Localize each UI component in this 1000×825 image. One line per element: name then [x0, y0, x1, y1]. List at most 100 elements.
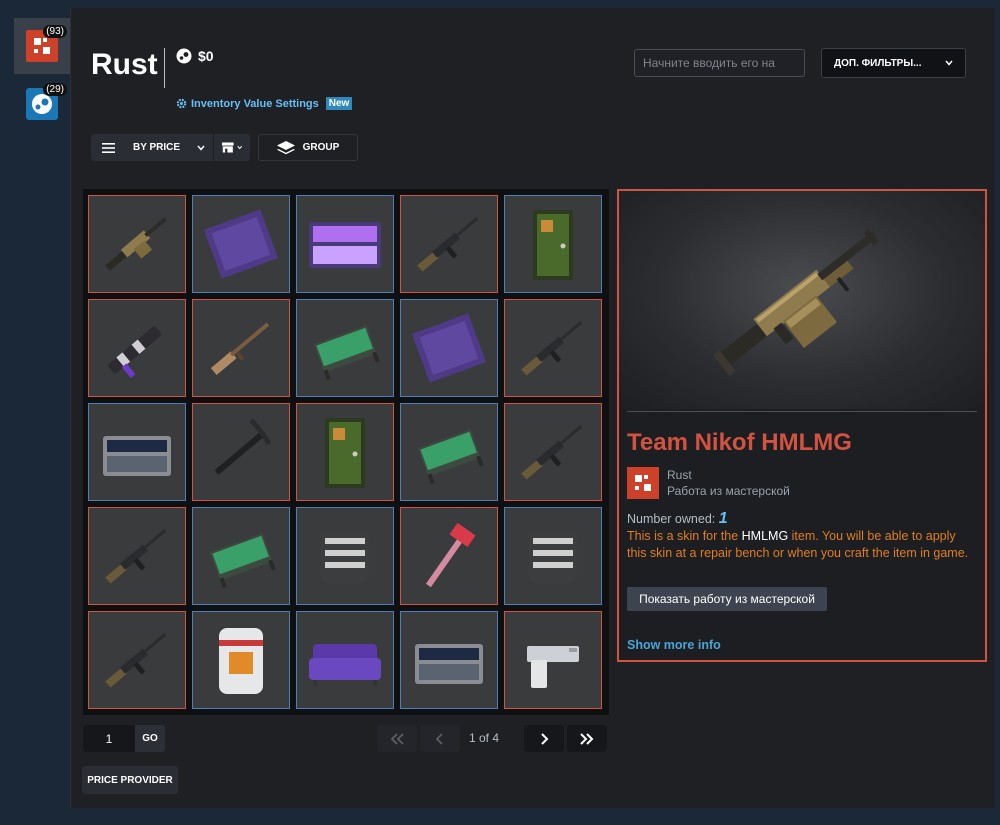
- wallet-value: $0: [198, 48, 214, 64]
- title-divider: [164, 48, 165, 88]
- game-tab-steam[interactable]: (29): [14, 76, 70, 132]
- rifle-icon: [521, 425, 583, 480]
- previous-page-button[interactable]: [420, 725, 460, 752]
- filters-label: ДОП. ФИЛЬТРЫ...: [834, 57, 922, 69]
- inventory-item[interactable]: [192, 403, 290, 501]
- crate-icon: [103, 436, 171, 476]
- item-game-name: Rust: [667, 468, 692, 482]
- store-icon: [222, 142, 234, 153]
- page-title: Rust: [91, 48, 158, 81]
- hatchet-icon: [425, 522, 476, 588]
- new-badge: New: [325, 97, 353, 110]
- go-button[interactable]: GO: [135, 725, 165, 752]
- chevron-left-icon: [435, 732, 443, 745]
- inventory-item[interactable]: [192, 195, 290, 293]
- layers-icon: [276, 140, 295, 154]
- shotgun-icon: [210, 322, 270, 375]
- twitch-rivals-logo-icon: [309, 222, 381, 268]
- inventory-item[interactable]: [88, 507, 186, 605]
- list-view-button[interactable]: [91, 134, 125, 161]
- last-page-button[interactable]: [567, 725, 607, 752]
- bed-icon: [417, 429, 484, 485]
- inventory-item[interactable]: [296, 299, 394, 397]
- pistol-icon: [527, 646, 579, 688]
- inventory-item[interactable]: [400, 195, 498, 293]
- wallet-balance: $0: [176, 48, 214, 64]
- double-chevron-right-icon: [580, 732, 594, 745]
- item-image: [619, 191, 985, 409]
- inventory-item[interactable]: [504, 195, 602, 293]
- sort-label: BY PRICE: [133, 142, 181, 153]
- item-game-info: Rust Работа из мастерской: [627, 467, 790, 499]
- gear-icon: [176, 98, 187, 109]
- number-owned: Number owned: 1: [627, 510, 728, 528]
- view-workshop-button[interactable]: Показать работу из мастерской: [627, 587, 827, 611]
- inventory-item[interactable]: [504, 507, 602, 605]
- inventory-item[interactable]: [400, 611, 498, 709]
- page-indicator: 1 of 4: [469, 731, 500, 745]
- item-game-subtitle: Работа из мастерской: [667, 484, 790, 498]
- next-page-button[interactable]: [524, 725, 564, 752]
- market-filter-dropdown[interactable]: [214, 134, 250, 161]
- rifle-icon: [417, 217, 479, 272]
- armor-icon: [529, 532, 577, 584]
- item-description: This is a skin for the HMLMG item. You w…: [627, 528, 977, 562]
- inventory-panel: Rust $0 Inventory Value Settings New ДОП…: [70, 8, 995, 808]
- owned-count: 1: [718, 510, 728, 527]
- sofa-icon: [309, 644, 381, 686]
- bed-icon: [209, 533, 276, 589]
- inventory-item[interactable]: [296, 403, 394, 501]
- machine-gun-icon: [713, 229, 879, 376]
- sort-dropdown[interactable]: BY PRICE: [125, 134, 213, 161]
- inventory-item[interactable]: [400, 299, 498, 397]
- inventory-item[interactable]: [88, 299, 186, 397]
- inventory-item[interactable]: [400, 403, 498, 501]
- page-number-input[interactable]: [83, 725, 135, 752]
- detail-divider: [627, 411, 977, 412]
- double-chevron-left-icon: [390, 732, 404, 745]
- advanced-filters-dropdown[interactable]: ДОП. ФИЛЬТРЫ...: [821, 48, 966, 78]
- inventory-grid-container: [83, 189, 609, 715]
- inventory-item[interactable]: [192, 611, 290, 709]
- inventory-item[interactable]: [296, 507, 394, 605]
- rug-icon: [411, 313, 487, 383]
- game-tab-count: (29): [43, 83, 67, 96]
- inventory-item[interactable]: [192, 507, 290, 605]
- inventory-item[interactable]: [88, 403, 186, 501]
- group-button[interactable]: GROUP: [258, 134, 358, 161]
- inventory-item[interactable]: [296, 611, 394, 709]
- description-part: This is a skin for the: [627, 529, 739, 543]
- inventory-item[interactable]: [504, 611, 602, 709]
- chevron-down-icon: [945, 60, 953, 66]
- rust-logo-icon: [627, 467, 659, 499]
- machine-gun-icon: [105, 217, 167, 271]
- first-page-button[interactable]: [377, 725, 417, 752]
- inventory-item[interactable]: [88, 195, 186, 293]
- game-tab-rust[interactable]: (93): [14, 18, 70, 74]
- pickaxe-icon: [214, 418, 272, 475]
- rifle-icon: [105, 529, 167, 584]
- rifle-icon: [521, 321, 583, 376]
- armor-icon: [321, 532, 369, 584]
- sort-toolbar: BY PRICE: [91, 134, 250, 161]
- furnace-icon: [219, 628, 263, 694]
- search-input[interactable]: [634, 49, 805, 77]
- inventory-item[interactable]: [504, 403, 602, 501]
- steam-icon: [176, 48, 192, 64]
- bed-icon: [313, 325, 380, 381]
- description-item-name: HMLMG: [741, 529, 789, 543]
- door-icon: [325, 418, 365, 488]
- rifle-icon: [105, 633, 167, 688]
- rug-icon: [203, 209, 279, 279]
- inventory-item[interactable]: [88, 611, 186, 709]
- inventory-item[interactable]: [296, 195, 394, 293]
- inventory-item[interactable]: [192, 299, 290, 397]
- chevron-down-icon: [236, 145, 242, 150]
- show-more-info-link[interactable]: Show more info: [627, 638, 721, 652]
- inventory-item[interactable]: [504, 299, 602, 397]
- price-provider-button[interactable]: PRICE PROVIDER: [82, 766, 178, 794]
- inventory-value-settings-link[interactable]: Inventory Value Settings New: [176, 97, 353, 110]
- inventory-item[interactable]: [400, 507, 498, 605]
- inventory-grid: [88, 195, 609, 709]
- crate-icon: [415, 644, 483, 684]
